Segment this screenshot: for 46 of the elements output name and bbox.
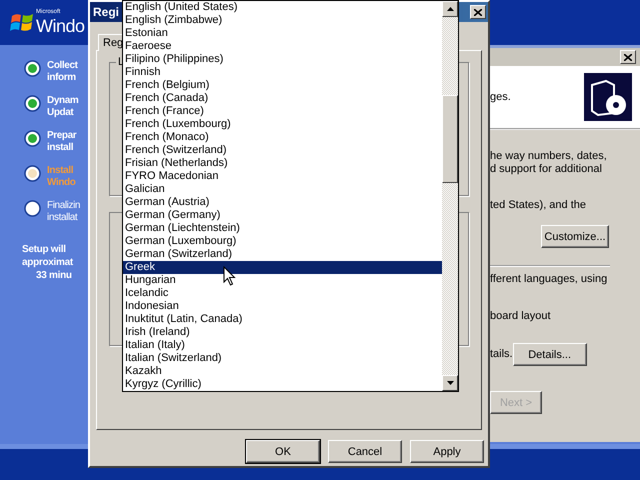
description-text: ted States), and the [490, 199, 586, 212]
list-item[interactable]: Galician [123, 183, 442, 196]
description-text: board layout [490, 310, 551, 323]
details-button[interactable]: Details... [512, 343, 587, 366]
step-label: Collect inform [47, 60, 78, 84]
list-item[interactable]: German (Germany) [123, 209, 442, 222]
list-item[interactable]: Indonesian [123, 300, 442, 313]
step-label: Dynam Updat [47, 95, 78, 119]
list-item[interactable]: Italian (Italy) [123, 339, 442, 352]
list-item[interactable]: Hungarian [123, 274, 442, 287]
list-item[interactable]: German (Austria) [123, 196, 442, 209]
time-estimate: Setup will approximat 33 minu [22, 243, 73, 282]
list-item[interactable]: French (Luxembourg) [123, 118, 442, 131]
list-item[interactable]: French (Canada) [123, 92, 442, 105]
dialog-button[interactable]: Apply [410, 440, 484, 463]
logo-text: Windo [36, 16, 85, 36]
window-title: Regi [93, 5, 120, 19]
dialog-button[interactable]: Cancel [328, 440, 402, 463]
description-text: tails. [490, 348, 513, 361]
list-item[interactable]: German (Liechtenstein) [123, 222, 442, 235]
step-label: Prepar install [47, 130, 76, 154]
list-item[interactable]: English (Zimbabwe) [123, 14, 442, 27]
list-item[interactable]: Inuktitut (Latin, Canada) [123, 313, 442, 326]
list-item[interactable]: Frisian (Netherlands) [123, 157, 442, 170]
list-item[interactable]: Italian (Switzerland) [123, 352, 442, 365]
list-item[interactable]: French (Monaco) [123, 131, 442, 144]
list-item[interactable]: German (Luxembourg) [123, 235, 442, 248]
list-item[interactable]: Kyrgyz (Cyrillic) [123, 378, 442, 391]
list-item[interactable]: Irish (Ireland) [123, 326, 442, 339]
list-item[interactable]: French (Switzerland) [123, 144, 442, 157]
list-item[interactable]: Icelandic [123, 287, 442, 300]
list-item[interactable]: French (France) [123, 105, 442, 118]
step-label: Install Windo [47, 165, 76, 189]
step-label: Finalizin installat [47, 200, 80, 224]
dialog-button[interactable]: OK [246, 440, 320, 463]
list-item[interactable]: English (United States) [123, 1, 442, 14]
description-text: he way numbers, dates, d support for additional [490, 150, 607, 176]
list-item[interactable]: French (Belgium) [123, 79, 442, 92]
header-text: ges. [490, 90, 511, 104]
customize-button[interactable]: Customize... [541, 225, 609, 248]
list-item[interactable]: German (Switzerland) [123, 248, 442, 261]
list-item[interactable]: Kazakh [123, 365, 442, 378]
list-item[interactable]: FYRO Macedonian [123, 170, 442, 183]
description-text: fferent languages, using [490, 273, 608, 286]
list-item[interactable]: Finnish [123, 66, 442, 79]
list-item[interactable]: Greek [123, 261, 442, 274]
